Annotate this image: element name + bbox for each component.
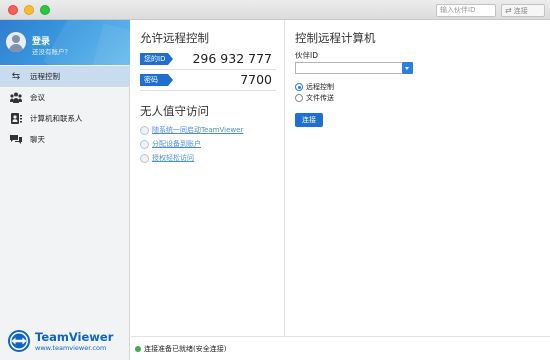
sidebar-nav: ⇆ 远程控制 会议 计算机和联系人 聊天 — [0, 66, 130, 150]
arrows-icon: ⇄ — [505, 6, 512, 15]
signup-link[interactable]: 还没有账户？ — [32, 46, 71, 56]
unattended-title: 无人值守访问 — [140, 104, 209, 118]
status-dot-icon — [140, 154, 149, 163]
login-panel[interactable]: 登录 还没有账户？ — [0, 20, 130, 65]
radio-unselected-icon — [295, 94, 303, 102]
control-remote-title: 控制远程计算机 — [295, 31, 376, 45]
arrows-icon: ⇆ — [11, 71, 21, 82]
sidebar-item-remote-control[interactable]: ⇆ 远程控制 — [0, 66, 130, 87]
titlebar-connect-label: 连接 — [513, 7, 528, 15]
avatar[interactable] — [6, 32, 26, 52]
sidebar-item-meeting[interactable]: 会议 — [0, 87, 130, 108]
window-titlebar: 输入伙伴ID ⇄ 连接 — [0, 0, 550, 20]
minimize-window-button[interactable] — [24, 5, 34, 15]
sidebar: 登录 还没有账户？ ⇆ 远程控制 会议 计算机和联系人 聊天 TeamViewe… — [0, 20, 130, 360]
divider — [140, 69, 276, 70]
brand-url[interactable]: www.teamviewer.com — [35, 344, 106, 352]
password-label: 密码 — [140, 74, 173, 86]
sidebar-item-contacts[interactable]: 计算机和联系人 — [0, 108, 130, 129]
radio-label: 文件传送 — [306, 94, 334, 102]
link-label: 授权轻松访问 — [152, 154, 194, 162]
radio-label: 远程控制 — [306, 83, 334, 91]
allow-remote-title: 允许远程控制 — [140, 31, 209, 45]
radio-selected-icon — [295, 83, 303, 91]
avatar-head — [12, 35, 20, 43]
avatar-body — [9, 44, 23, 52]
status-bar: 连接准备已就绪(安全连接) — [131, 336, 550, 360]
chat-icon — [10, 134, 22, 145]
status-text: 连接准备已就绪(安全连接) — [144, 345, 227, 353]
dropdown-button[interactable] — [402, 62, 413, 74]
meeting-icon — [10, 92, 22, 103]
sidebar-item-label: 计算机和联系人 — [30, 114, 83, 123]
partner-id-label: 伙伴ID — [295, 51, 318, 60]
divider — [140, 90, 276, 91]
link-label: 分配设备到账户 — [152, 140, 201, 148]
brand-name: TeamViewer — [35, 330, 114, 344]
password-value: 7700 — [240, 72, 272, 87]
control-remote-panel: 控制远程计算机 伙伴ID 远程控制 文件传送 连接 — [286, 20, 550, 336]
your-id-value: 296 932 777 — [192, 51, 272, 66]
teamviewer-brand: TeamViewer www.teamviewer.com — [0, 322, 130, 360]
partner-id-input[interactable] — [295, 62, 413, 74]
sidebar-item-label: 聊天 — [30, 135, 45, 144]
status-indicator-icon — [135, 346, 141, 352]
contacts-icon — [10, 113, 22, 124]
teamviewer-logo-icon — [8, 330, 30, 352]
status-dot-icon — [140, 140, 149, 149]
sidebar-item-label: 会议 — [30, 93, 45, 102]
sidebar-item-chat[interactable]: 聊天 — [0, 129, 130, 150]
titlebar-connect-button[interactable]: ⇄ 连接 — [501, 4, 545, 17]
link-label: 随系统一同启动TeamViewer — [152, 126, 244, 134]
allow-remote-control-panel: 允许远程控制 您的ID 296 932 777 密码 7700 无人值守访问 随… — [131, 20, 285, 336]
your-id-label: 您的ID — [140, 53, 173, 65]
titlebar-partner-id-input[interactable]: 输入伙伴ID — [436, 4, 496, 17]
connect-button[interactable]: 连接 — [295, 113, 323, 127]
close-window-button[interactable] — [8, 5, 18, 15]
maximize-window-button[interactable] — [40, 5, 50, 15]
status-dot-icon — [140, 126, 149, 135]
sidebar-item-label: 远程控制 — [30, 72, 60, 81]
